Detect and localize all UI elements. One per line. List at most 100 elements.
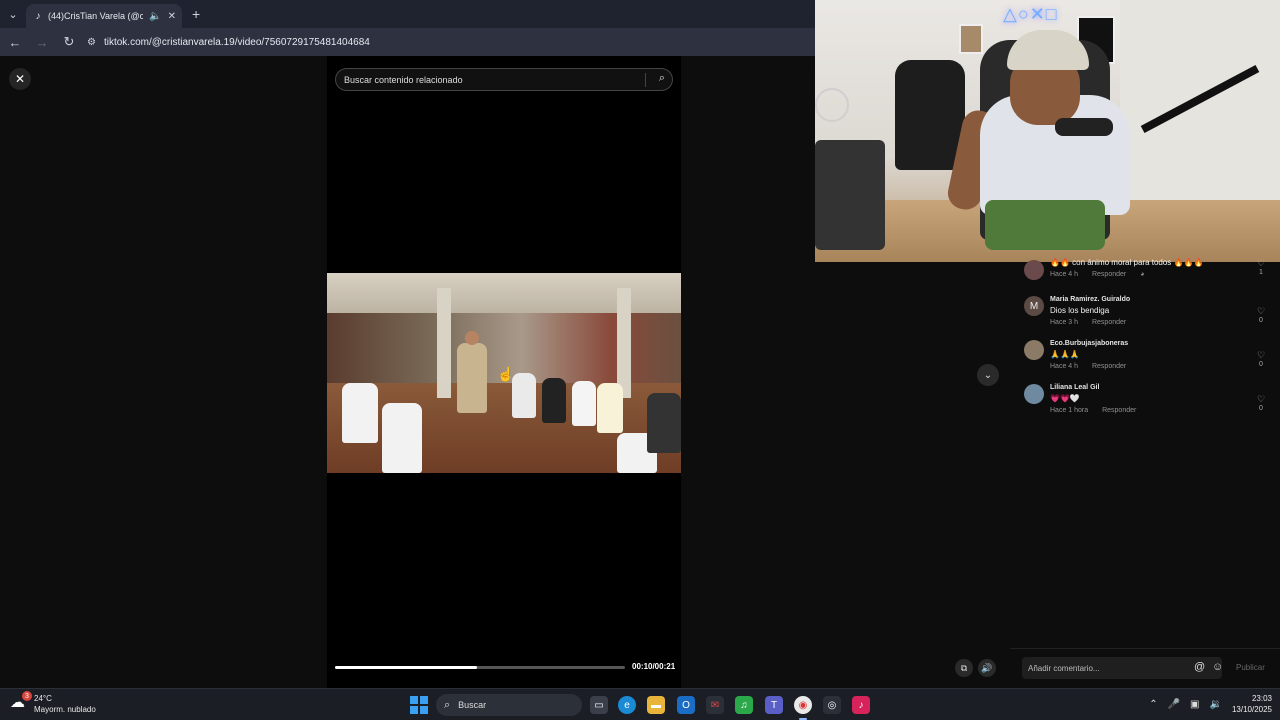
clock-time: 23:03 bbox=[1251, 694, 1272, 703]
file-explorer-icon[interactable]: ▬ bbox=[647, 696, 665, 714]
reply-button[interactable]: Responder bbox=[1092, 319, 1126, 326]
miniplayer-icon[interactable]: ⧉ bbox=[955, 659, 973, 677]
mention-icon[interactable]: @ bbox=[1194, 661, 1205, 673]
mail-app-icon[interactable]: ✉ bbox=[706, 696, 724, 714]
search-icon: ⌕ bbox=[444, 698, 451, 711]
back-icon[interactable]: ← bbox=[3, 30, 27, 54]
weather-widget[interactable]: ☁ 3 24°C Mayorm. nublado bbox=[10, 691, 96, 715]
comment-meta: Hace 1 hora Responder bbox=[1050, 407, 1148, 414]
volume-icon[interactable]: 🔉 bbox=[1210, 699, 1222, 710]
creator-liked-icon: ◕ bbox=[1140, 271, 1145, 278]
taskbar-search[interactable]: ⌕ Buscar bbox=[436, 694, 582, 716]
screen: ⌄ ♪ (44)CrisTian Varela (@cristia 🔈 ✕ + … bbox=[0, 0, 1280, 720]
video-person bbox=[542, 378, 566, 423]
like-count: 0 bbox=[1259, 317, 1263, 324]
publish-button[interactable]: Publicar bbox=[1236, 663, 1265, 672]
edge-icon[interactable]: e bbox=[618, 696, 636, 714]
webcam-chairs bbox=[815, 140, 885, 250]
browser-tab[interactable]: ♪ (44)CrisTian Varela (@cristia 🔈 ✕ bbox=[26, 4, 182, 28]
comment-time: Hace 1 hora bbox=[1050, 407, 1089, 414]
comment-item: M Maria Ramirez. Guiraldo Dios los bendi… bbox=[1024, 296, 1274, 336]
avatar[interactable]: M bbox=[1024, 296, 1044, 316]
weather-text: 24°C Mayorm. nublado bbox=[34, 693, 96, 715]
like-button[interactable]: ♡ 0 bbox=[1254, 350, 1268, 368]
video-person-head bbox=[465, 331, 479, 345]
speaker-icon[interactable]: 🔊 bbox=[978, 659, 996, 677]
reply-button[interactable]: Responder bbox=[1092, 271, 1126, 278]
windows-taskbar: ☁ 3 24°C Mayorm. nublado ⌕ Buscar ▭ e ▬ … bbox=[0, 688, 1280, 720]
video-person bbox=[572, 381, 596, 426]
comment-time: Hace 3 h bbox=[1050, 319, 1079, 326]
chevron-down-icon[interactable]: ⌄ bbox=[977, 364, 999, 386]
webcam-picture bbox=[959, 24, 983, 54]
reload-icon[interactable]: ↻ bbox=[57, 30, 81, 54]
video-column bbox=[617, 288, 631, 398]
like-button[interactable]: ♡ 0 bbox=[1254, 394, 1268, 412]
task-view-icon[interactable]: ▭ bbox=[590, 696, 608, 714]
video-person bbox=[382, 403, 422, 473]
tab-close-icon[interactable]: ✕ bbox=[168, 11, 176, 22]
webcam-overlay: △○✕□ bbox=[815, 0, 1280, 262]
reply-button[interactable]: Responder bbox=[1092, 363, 1126, 370]
comments-panel: 🔥🔥 con ánimo moral para todos 🔥🔥🔥 Hace 4… bbox=[1010, 258, 1280, 662]
outlook-icon[interactable]: O bbox=[677, 696, 695, 714]
comment-text: 🔥🔥 con ánimo moral para todos 🔥🔥🔥 bbox=[1050, 258, 1204, 267]
video-person bbox=[597, 383, 623, 433]
video-progress-fill bbox=[335, 666, 478, 669]
avatar[interactable] bbox=[1024, 384, 1044, 404]
url-field[interactable]: ⚙ tiktok.com/@cristianvarela.19/video/75… bbox=[87, 31, 815, 53]
tab-search-icon[interactable]: ⌄ bbox=[0, 0, 26, 28]
comment-input[interactable]: Añadir comentario... bbox=[1022, 657, 1222, 679]
forward-icon[interactable]: → bbox=[30, 30, 54, 54]
tiktok-app-icon[interactable]: ♪ bbox=[852, 696, 870, 714]
heart-icon: ♡ bbox=[1256, 258, 1266, 268]
spotify-like-icon[interactable]: ♫ bbox=[735, 696, 753, 714]
comment-bar: Añadir comentario... @ ☺ Publicar bbox=[1010, 648, 1280, 688]
close-icon[interactable]: ✕ bbox=[9, 68, 31, 90]
system-tray: ⌃ 🎤 ▣ 🔉 23:03 13/10/2025 bbox=[1149, 693, 1272, 715]
comment-meta: Hace 4 h Responder bbox=[1050, 363, 1138, 370]
network-icon[interactable]: ▣ bbox=[1190, 699, 1199, 710]
taskbar-search-label: Buscar bbox=[458, 700, 487, 710]
microphone-icon[interactable]: 🎤 bbox=[1168, 699, 1180, 710]
hand-cursor-icon: ☝ bbox=[497, 366, 515, 382]
comment-item: Eco.Burbujasjaboneras 🙏🙏🙏 Hace 4 h Respo… bbox=[1024, 340, 1274, 380]
browser-tab-bar: ⌄ ♪ (44)CrisTian Varela (@cristia 🔈 ✕ + bbox=[0, 0, 815, 28]
comment-item: 🔥🔥 con ánimo moral para todos 🔥🔥🔥 Hace 4… bbox=[1024, 258, 1274, 298]
avatar[interactable] bbox=[1024, 260, 1044, 280]
url-text: tiktok.com/@cristianvarela.19/video/7560… bbox=[103, 36, 370, 48]
video-column bbox=[437, 288, 451, 398]
video-progress-bar[interactable] bbox=[335, 666, 625, 669]
search-icon[interactable]: ⌕ bbox=[659, 72, 665, 85]
teams-icon[interactable]: T bbox=[765, 696, 783, 714]
chrome-icon[interactable]: ◉ bbox=[794, 696, 812, 714]
like-count: 1 bbox=[1259, 269, 1263, 276]
heart-icon: ♡ bbox=[1256, 306, 1266, 316]
reply-button[interactable]: Responder bbox=[1102, 407, 1136, 414]
comment-author[interactable]: Eco.Burbujasjaboneras bbox=[1050, 340, 1128, 347]
weather-badge: 3 bbox=[22, 691, 32, 701]
playstation-neon-icon: △○✕□ bbox=[1003, 4, 1058, 24]
windows-start-icon[interactable] bbox=[410, 696, 428, 714]
webcam-fan bbox=[815, 88, 849, 122]
video-person bbox=[342, 383, 378, 443]
like-count: 0 bbox=[1259, 361, 1263, 368]
related-search-input[interactable]: Buscar contenido relacionado ⌕ bbox=[335, 68, 673, 91]
site-info-icon[interactable]: ⚙ bbox=[87, 37, 96, 48]
comment-author[interactable]: Maria Ramirez. Guiraldo bbox=[1050, 296, 1130, 303]
video-time: 00:10/00:21 bbox=[632, 662, 676, 671]
comment-author[interactable]: Liliana Leal Gil bbox=[1050, 384, 1099, 391]
new-tab-button[interactable]: + bbox=[192, 6, 200, 22]
comment-placeholder: Añadir comentario... bbox=[1028, 663, 1100, 673]
emoji-icon[interactable]: ☺ bbox=[1212, 661, 1223, 673]
chevron-up-icon[interactable]: ⌃ bbox=[1149, 699, 1157, 710]
video-person bbox=[457, 343, 487, 413]
like-button[interactable]: ♡ 1 bbox=[1254, 258, 1268, 276]
like-button[interactable]: ♡ 0 bbox=[1254, 306, 1268, 324]
tab-audio-icon[interactable]: 🔈 bbox=[149, 11, 161, 22]
comment-text: 💗💗🤍 bbox=[1050, 394, 1080, 403]
avatar[interactable] bbox=[1024, 340, 1044, 360]
obs-icon[interactable]: ◎ bbox=[823, 696, 841, 714]
clock[interactable]: 23:03 13/10/2025 bbox=[1232, 693, 1272, 715]
search-divider bbox=[645, 73, 646, 87]
